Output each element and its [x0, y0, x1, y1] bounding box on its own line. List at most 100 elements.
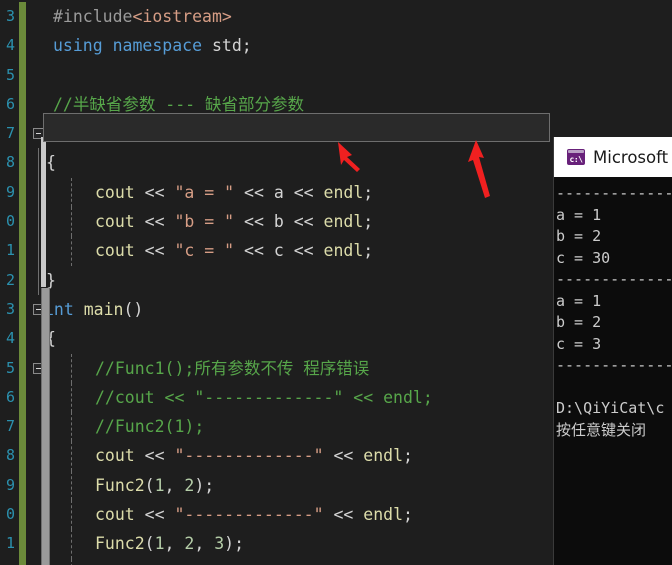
code-token: ,: [194, 534, 215, 554]
line-number: 4: [5, 36, 15, 55]
code-token: (): [123, 299, 144, 319]
fold-region-line: [38, 177, 39, 208]
code-text: cout << "b = " << b << endl;: [95, 207, 373, 236]
debug-console-window[interactable]: c:\ Microsoft V ------------- a = 1 b = 2 c…: [553, 137, 672, 565]
code-token: =: [391, 124, 422, 144]
change-indicator-bar: [19, 31, 26, 61]
line-number: 9: [5, 182, 15, 201]
code-token: 1: [154, 534, 165, 554]
console-title-bar[interactable]: c:\ Microsoft V: [554, 137, 672, 177]
indent-guide: [71, 558, 72, 565]
code-token: //cout << "-------------" << endl;: [95, 387, 433, 407]
code-token: ): [224, 534, 235, 554]
console-title-text: Microsoft V: [593, 147, 672, 167]
code-token: <<: [234, 212, 274, 232]
code-token: 3: [214, 534, 225, 554]
console-line: 按任意键关闭: [556, 420, 647, 439]
indent-guide: [71, 500, 72, 530]
code-token: {: [46, 153, 56, 173]
code-token: <<: [323, 505, 364, 525]
code-token: ): [441, 124, 452, 144]
line-number: 7: [5, 417, 15, 436]
code-token: <<: [234, 241, 274, 261]
line-number: 1: [5, 534, 15, 553]
code-token: //Func2(1);: [95, 417, 205, 437]
change-indicator-bar: [19, 119, 26, 149]
code-token: ,: [164, 475, 185, 495]
change-indicator-bar: [19, 441, 26, 471]
code-token: endl: [323, 212, 364, 232]
change-indicator-bar: [19, 382, 26, 413]
code-text: //Func1();所有参数不传 程序错误: [95, 354, 369, 383]
code-token: int: [222, 124, 253, 144]
code-token: int: [153, 124, 184, 144]
code-text: Func2(1, 2);: [95, 471, 214, 500]
code-line[interactable]: 4 using namespace std;: [0, 31, 672, 61]
code-token: "b = ": [174, 212, 235, 232]
code-token: a: [193, 124, 203, 144]
change-indicator-bar: [19, 412, 26, 442]
code-token: Func2: [93, 124, 144, 144]
code-line[interactable]: 3 #include<iostream>: [0, 2, 672, 32]
change-indicator-bar: [19, 353, 26, 383]
code-token: Func2: [95, 534, 145, 554]
code-token: "-------------": [174, 446, 324, 466]
change-indicator-bar: [19, 236, 26, 266]
code-token: int: [342, 124, 372, 144]
code-token: <<: [234, 182, 274, 202]
code-token: ;: [363, 212, 374, 232]
code-token: <<: [283, 212, 324, 232]
console-line: b = 2: [556, 313, 602, 331]
change-indicator-bar: [19, 177, 26, 208]
indent-guide: [71, 382, 72, 413]
console-output: ------------- a = 1 b = 2 c = 30 -----------…: [554, 177, 672, 441]
line-number: 2: [0, 559, 15, 565]
code-token: <<: [134, 241, 175, 261]
code-token: <<: [134, 212, 175, 232]
indent-guide: [71, 441, 72, 471]
line-number: 9: [5, 475, 15, 494]
code-text: int main(): [44, 295, 143, 324]
code-text: {: [46, 148, 56, 177]
code-text: #include<iostream>: [53, 2, 232, 31]
change-indicator-bar: [19, 294, 26, 325]
code-token: endl: [323, 182, 364, 202]
code-token: 30: [421, 124, 442, 144]
code-text: cout << "c = " << c << endl;: [95, 236, 373, 265]
code-token: ): [194, 475, 205, 495]
code-token: a: [273, 182, 284, 202]
code-text: using namespace std;: [53, 31, 252, 60]
code-line[interactable]: 5: [0, 60, 672, 90]
code-token: cout: [95, 241, 135, 261]
code-token: <<: [134, 505, 175, 525]
change-indicator-bar: [19, 324, 26, 354]
line-number: 5: [5, 358, 15, 377]
code-token: (: [143, 124, 154, 144]
code-token: "-------------": [174, 505, 324, 525]
code-token: cout: [95, 505, 135, 525]
code-token: ;: [403, 446, 413, 466]
code-token: ;: [403, 505, 413, 525]
code-line[interactable]: 6 //半缺省参数 --- 缺省部分参数: [0, 89, 672, 120]
line-number: 3: [5, 7, 15, 25]
code-token: cout: [95, 446, 135, 466]
code-token: endl: [363, 446, 404, 466]
line-number: 6: [5, 387, 15, 406]
code-token: ;: [363, 182, 374, 202]
line-number: 4: [5, 329, 15, 348]
code-token: b: [273, 212, 284, 232]
code-token: std: [211, 36, 242, 56]
line-number: 8: [5, 153, 15, 172]
code-token: namespace: [112, 36, 203, 56]
code-token: "a = ": [174, 182, 235, 202]
code-token: ;: [363, 241, 374, 261]
code-text: //Func2(1);: [95, 412, 204, 441]
code-text: //cout << "-------------" << endl;: [95, 383, 433, 412]
console-app-icon: c:\: [567, 149, 585, 165]
line-number: 6: [5, 94, 15, 113]
change-indicator-bar: [19, 148, 26, 178]
